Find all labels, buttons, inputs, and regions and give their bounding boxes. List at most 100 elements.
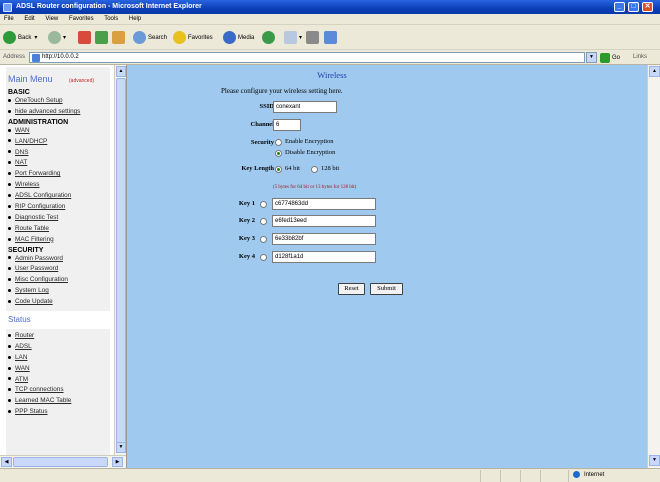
menu-item-admin-password[interactable]: Admin Password	[8, 254, 110, 265]
media-button[interactable]: Media	[223, 30, 254, 45]
ssid-input[interactable]: conexant	[273, 101, 337, 113]
key-64bit-radio[interactable]	[275, 166, 282, 173]
menu-item-wan[interactable]: WAN	[8, 126, 110, 137]
key-length-hint: (5 bytes for 64 bit or 13 bytes for 128 …	[273, 185, 357, 190]
key1-input[interactable]: c6774863dd	[272, 198, 376, 210]
left-horizontal-scrollbar[interactable]: ◀ ▶	[0, 455, 126, 468]
status-item-wan[interactable]: WAN	[8, 364, 110, 375]
menu-item-wireless[interactable]: Wireless	[8, 180, 110, 191]
bullet-icon	[8, 333, 11, 337]
menu-item-port-forwarding[interactable]: Port Forwarding	[8, 169, 110, 180]
right-vertical-scrollbar[interactable]: ▲ ▼	[647, 65, 660, 468]
history-button[interactable]	[262, 30, 277, 45]
channel-input[interactable]: 6	[273, 119, 301, 131]
status-item-learned-mac-table[interactable]: Learned MAC Table	[8, 396, 110, 407]
bullet-icon	[8, 172, 11, 176]
menu-edit[interactable]: Edit	[24, 16, 34, 22]
print-button[interactable]	[306, 30, 321, 45]
menu-item-route-table[interactable]: Route Table	[8, 224, 110, 235]
mail-button[interactable]: ▾	[284, 30, 302, 45]
maximize-button[interactable]: □	[628, 2, 639, 12]
close-button[interactable]: ✕	[642, 2, 653, 12]
links-button[interactable]: Links	[633, 54, 647, 60]
home-button[interactable]	[112, 30, 127, 45]
status-item-ppp-status[interactable]: PPP Status	[8, 407, 110, 418]
scroll-down-arrow-icon[interactable]: ▼	[649, 455, 660, 466]
menu-title: Main Menu (advanced)	[8, 74, 95, 84]
menu-item-adsl-configuration[interactable]: ADSL Configuration	[8, 191, 110, 202]
menu-favorites[interactable]: Favorites	[69, 16, 94, 22]
stop-button[interactable]	[78, 30, 93, 45]
address-input[interactable]: http://10.0.0.2	[29, 52, 585, 63]
menu-item-onetouch[interactable]: OneTouch Setup	[8, 96, 110, 107]
scroll-down-arrow-icon[interactable]: ▼	[116, 442, 126, 453]
bullet-icon	[8, 410, 11, 414]
menu-item-dns[interactable]: DNS	[8, 148, 110, 159]
left-vertical-scrollbar[interactable]: ▲ ▼	[114, 65, 126, 455]
key2-radio[interactable]	[260, 218, 267, 225]
status-item-tcp-connections[interactable]: TCP connections	[8, 385, 110, 396]
edit-icon	[324, 31, 337, 44]
menu-item-mac-filtering[interactable]: MAC Filtering	[8, 235, 110, 246]
page-content: Main Menu (advanced) BASIC OneTouch Setu…	[0, 65, 660, 468]
scroll-left-arrow-icon[interactable]: ◀	[1, 457, 12, 467]
enable-encryption-radio[interactable]	[275, 139, 282, 146]
scroll-thumb[interactable]	[13, 457, 108, 467]
back-arrow-icon	[3, 31, 16, 44]
bullet-icon	[8, 388, 11, 392]
key1-radio[interactable]	[260, 201, 267, 208]
disable-encryption-radio[interactable]	[275, 150, 282, 157]
browser-window: ADSL Router configuration - Microsoft In…	[0, 0, 660, 482]
refresh-button[interactable]	[95, 30, 110, 45]
menu-help[interactable]: Help	[129, 16, 141, 22]
menu-item-lan-dhcp[interactable]: LAN/DHCP	[8, 137, 110, 148]
status-item-atm[interactable]: ATM	[8, 375, 110, 386]
menu-item-rip-configuration[interactable]: RIP Configuration	[8, 202, 110, 213]
bullet-icon	[8, 139, 11, 143]
minimize-button[interactable]: _	[614, 2, 625, 12]
status-item-lan[interactable]: LAN	[8, 353, 110, 364]
favorites-button[interactable]: Favorites	[173, 30, 213, 45]
address-dropdown-button[interactable]: ▼	[586, 52, 597, 63]
channel-label: Channel	[250, 121, 274, 128]
reset-button[interactable]: Reset	[338, 283, 365, 295]
refresh-icon	[95, 31, 108, 44]
bullet-icon	[8, 289, 11, 293]
key-128bit-radio[interactable]	[311, 166, 318, 173]
status-item-adsl[interactable]: ADSL	[8, 342, 110, 353]
scroll-right-arrow-icon[interactable]: ▶	[112, 457, 123, 467]
address-label: Address	[3, 54, 26, 60]
key3-input[interactable]: 6e33b82bf	[272, 233, 376, 245]
key2-input[interactable]: e6fed13eed	[272, 215, 376, 227]
scroll-up-arrow-icon[interactable]: ▲	[649, 66, 660, 77]
status-divider	[520, 470, 521, 482]
ssid-label: SSID	[259, 103, 274, 110]
edit-button[interactable]	[324, 30, 339, 45]
menu-item-diagnostic-test[interactable]: Diagnostic Test	[8, 213, 110, 224]
menu-item-hide-advanced[interactable]: hide advanced settings	[8, 107, 110, 118]
menu-item-system-log[interactable]: System Log	[8, 286, 110, 297]
menu-file[interactable]: File	[4, 16, 14, 22]
scroll-up-arrow-icon[interactable]: ▲	[116, 66, 126, 77]
key4-radio[interactable]	[260, 254, 267, 261]
go-button[interactable]: Go	[600, 52, 620, 63]
key3-label: Key 3	[238, 235, 255, 242]
menu-item-user-password[interactable]: User Password	[8, 264, 110, 275]
status-item-router[interactable]: Router	[8, 331, 110, 342]
internet-zone: Internet	[573, 471, 604, 478]
menu-item-nat[interactable]: NAT	[8, 158, 110, 169]
menu-view[interactable]: View	[45, 16, 58, 22]
window-title: ADSL Router configuration - Microsoft In…	[16, 3, 202, 10]
menu-item-code-update[interactable]: Code Update	[8, 297, 110, 308]
search-button[interactable]: Search	[133, 30, 167, 45]
forward-button[interactable]: ▾	[48, 30, 66, 45]
menu-tools[interactable]: Tools	[104, 16, 118, 22]
key4-input[interactable]: d128f1a1d	[272, 251, 376, 263]
submit-button[interactable]: Submit	[370, 283, 403, 295]
scroll-thumb[interactable]	[116, 78, 126, 448]
back-button[interactable]: Back ▾	[3, 30, 37, 45]
forward-arrow-icon	[48, 31, 61, 44]
menu-item-misc-configuration[interactable]: Misc Configuration	[8, 275, 110, 286]
key3-radio[interactable]	[260, 236, 267, 243]
menu-mode-label: (advanced)	[69, 78, 95, 84]
